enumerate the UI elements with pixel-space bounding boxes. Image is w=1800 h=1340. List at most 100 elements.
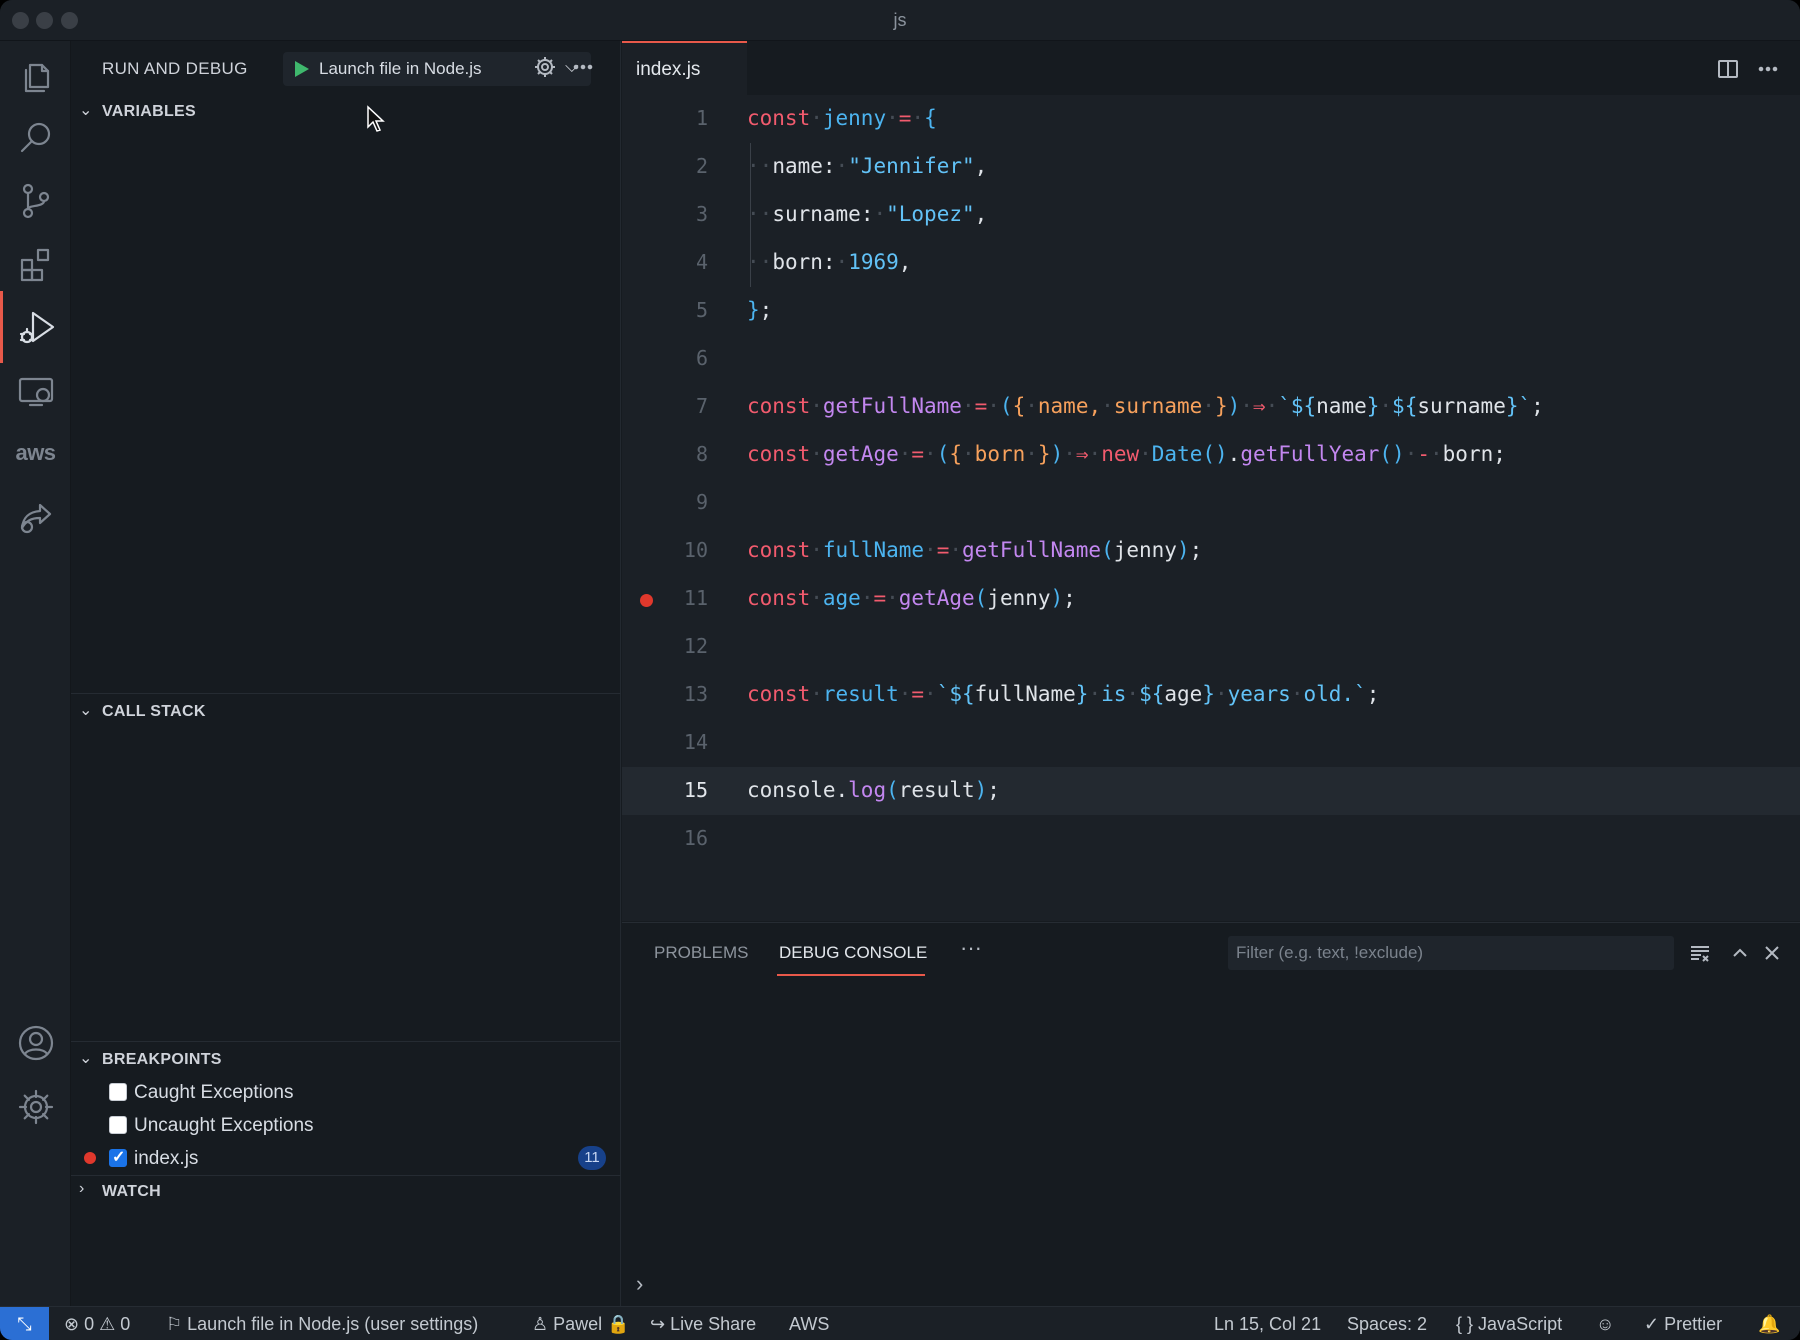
- code-line[interactable]: 6: [622, 335, 1800, 383]
- code-line[interactable]: 7 const·getFullName·=·({·name,·surname·})…: [622, 383, 1800, 431]
- code-line[interactable]: 14: [622, 719, 1800, 767]
- code-line[interactable]: 1 const·jenny·=·{: [622, 95, 1800, 143]
- split-editor-button[interactable]: [1716, 57, 1740, 81]
- debug-console-filter-input[interactable]: [1228, 936, 1674, 970]
- code-line[interactable]: 5};: [622, 287, 1800, 335]
- aws-button[interactable]: aws: [0, 417, 71, 489]
- caught-exceptions-checkbox[interactable]: [109, 1083, 127, 1101]
- language-mode-status[interactable]: { } JavaScript: [1456, 1314, 1562, 1335]
- line-number: 2: [695, 154, 708, 178]
- tab-index-js[interactable]: index.js: [622, 41, 747, 95]
- tab-problems[interactable]: PROBLEMS: [654, 943, 748, 963]
- code-line[interactable]: 2 ··name:·"Jennifer",: [622, 143, 1800, 191]
- sidebar-header: RUN AND DEBUG Launch file in Node.js ⌵: [71, 41, 621, 99]
- code-text: ··born:·1969,: [747, 250, 912, 274]
- section-divider: [71, 1175, 621, 1176]
- source-control-button[interactable]: [0, 165, 71, 237]
- search-button[interactable]: [0, 101, 71, 173]
- code-text: ··surname:·"Lopez",: [747, 202, 988, 226]
- code-line[interactable]: 12: [622, 623, 1800, 671]
- code-text: ··name:·"Jennifer",: [747, 154, 988, 178]
- line-number: 6: [695, 346, 708, 370]
- sidebar-more-button[interactable]: [571, 55, 595, 79]
- editor-tabs: index.js: [622, 41, 1800, 95]
- breakpoints-label: BREAKPOINTS: [102, 1051, 222, 1068]
- line-number: 13: [683, 682, 708, 706]
- extensions-button[interactable]: [0, 228, 71, 300]
- aws-status[interactable]: AWS: [789, 1314, 829, 1335]
- code-editor[interactable]: 1 const·jenny·=·{ 2 ··name:·"Jennifer", 3 ·…: [622, 95, 1800, 919]
- debug-launch-status[interactable]: ⚐ Launch file in Node.js (user settings): [166, 1314, 478, 1335]
- source-control-icon: [22, 183, 49, 219]
- bottom-panel: PROBLEMS DEBUG CONSOLE ··· ›: [622, 922, 1800, 1306]
- code-text: const·jenny·=·{: [747, 106, 937, 130]
- run-debug-button[interactable]: [0, 291, 71, 363]
- open-launch-json-button[interactable]: [533, 55, 557, 79]
- breakpoint-item-uncaught-exceptions[interactable]: Uncaught Exceptions: [71, 1109, 621, 1141]
- breakpoint-item-index-js[interactable]: index.js 11: [71, 1142, 621, 1174]
- watch-label: WATCH: [102, 1183, 161, 1200]
- activity-bar: aws: [0, 41, 71, 1306]
- code-line[interactable]: 3 ··surname:·"Lopez",: [622, 191, 1800, 239]
- index-js-breakpoint-checkbox[interactable]: [109, 1147, 127, 1167]
- code-line[interactable]: 13 const·result·=·`${fullName}·is·${age}·…: [622, 671, 1800, 719]
- console-prompt-icon[interactable]: ›: [636, 1271, 643, 1297]
- breakpoint-line-badge: 11: [578, 1146, 606, 1170]
- panel-more-button[interactable]: ···: [960, 935, 982, 961]
- call-stack-section-header[interactable]: ⌄ CALL STACK: [71, 697, 621, 727]
- line-number: 15: [683, 778, 708, 802]
- code-line[interactable]: 9: [622, 479, 1800, 527]
- line-number: 3: [695, 202, 708, 226]
- indentation-status[interactable]: Spaces: 2: [1347, 1314, 1427, 1335]
- line-number: 7: [695, 394, 708, 418]
- error-icon: ⊗: [64, 1314, 80, 1334]
- code-text: const·getAge·=·({·born·})·⇒·new·Date().g…: [747, 442, 1506, 466]
- account-button[interactable]: [0, 1007, 71, 1079]
- maximize-panel-button[interactable]: [1728, 941, 1752, 965]
- braces-icon: { }: [1456, 1314, 1474, 1334]
- live-share-status[interactable]: ↪ Live Share: [650, 1314, 756, 1335]
- debug-icon: ⚐: [166, 1314, 183, 1334]
- breakpoints-section-header[interactable]: ⌄ BREAKPOINTS: [71, 1045, 621, 1075]
- run-debug-sidebar: RUN AND DEBUG Launch file in Node.js ⌵ ⌄…: [71, 41, 621, 1306]
- files-icon: [24, 63, 49, 93]
- manage-button[interactable]: [0, 1071, 71, 1143]
- play-icon[interactable]: [295, 61, 309, 77]
- live-share-button[interactable]: [0, 481, 71, 553]
- close-icon: [1765, 946, 1779, 960]
- code-line[interactable]: 16: [622, 815, 1800, 863]
- editor-more-button[interactable]: [1756, 57, 1780, 81]
- line-number: 16: [683, 826, 708, 850]
- window-title: js: [893, 10, 907, 30]
- watch-section-header[interactable]: › WATCH: [71, 1177, 621, 1207]
- line-number: 4: [695, 250, 708, 274]
- cursor-position-status[interactable]: Ln 15, Col 21: [1214, 1314, 1321, 1335]
- breakpoint-item-caught-exceptions[interactable]: Caught Exceptions: [71, 1076, 621, 1108]
- tab-debug-console[interactable]: DEBUG CONSOLE: [779, 943, 927, 963]
- uncaught-exceptions-checkbox[interactable]: [109, 1116, 127, 1134]
- copilot-status[interactable]: ☺: [1596, 1314, 1614, 1335]
- breakpoint-label: Uncaught Exceptions: [134, 1115, 314, 1136]
- editor-group: index.js 1 const·jenny·=·{ 2 ··name:·"Jenn…: [622, 41, 1800, 921]
- notifications-button[interactable]: 🔔: [1758, 1314, 1780, 1335]
- title-bar: js: [0, 0, 1800, 41]
- clear-all-icon: [1691, 946, 1709, 962]
- problems-status[interactable]: ⊗ 0 ⚠ 0: [64, 1314, 130, 1335]
- code-text: const·result·=·`${fullName}·is·${age}·ye…: [747, 682, 1380, 706]
- call-stack-label: CALL STACK: [102, 703, 206, 720]
- variables-section-header[interactable]: ⌄ VARIABLES: [71, 97, 621, 127]
- remote-indicator-button[interactable]: ⤡: [0, 1307, 49, 1340]
- line-number: 1: [695, 106, 708, 130]
- account-status[interactable]: ♙ Pawel 🔒: [532, 1314, 630, 1335]
- clear-console-button[interactable]: [1688, 941, 1712, 965]
- bell-icon: 🔔: [1758, 1314, 1781, 1334]
- chevron-down-icon: ⌄: [79, 702, 93, 719]
- code-line[interactable]: 10 const·fullName·=·getFullName(jenny);: [622, 527, 1800, 575]
- prettier-status[interactable]: ✓ Prettier: [1644, 1314, 1722, 1335]
- code-line[interactable]: 8 const·getAge·=·({·born·})·⇒·new·Date().…: [622, 431, 1800, 479]
- code-line[interactable]: 4 ··born:·1969,: [622, 239, 1800, 287]
- code-line[interactable]: 11 const·age·=·getAge(jenny);: [622, 575, 1800, 623]
- code-line-current[interactable]: 15 console.log(result);: [622, 767, 1800, 815]
- close-panel-button[interactable]: [1760, 941, 1784, 965]
- line-number: 14: [683, 730, 708, 754]
